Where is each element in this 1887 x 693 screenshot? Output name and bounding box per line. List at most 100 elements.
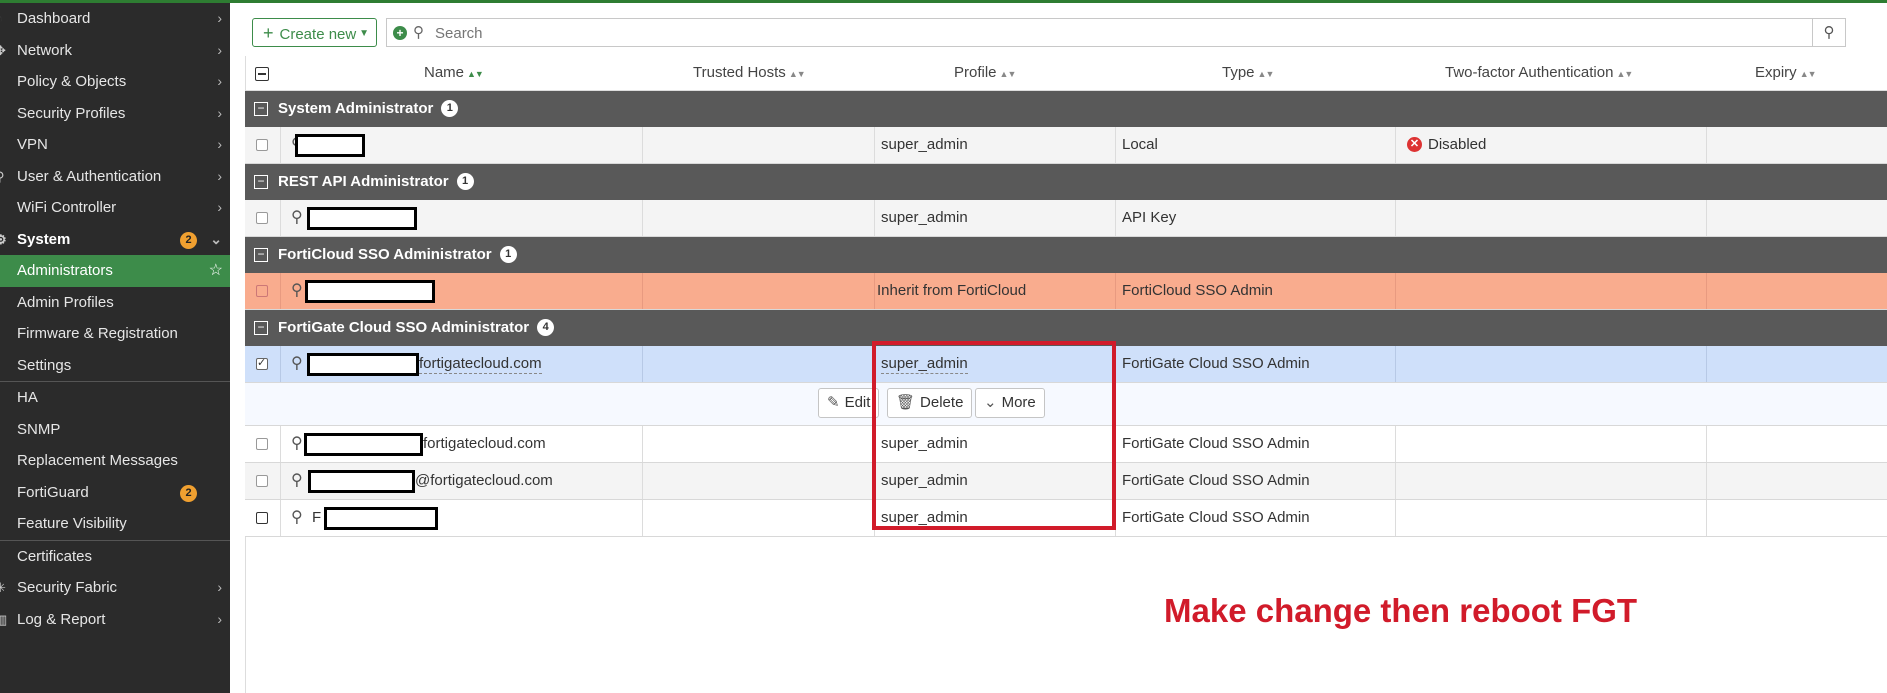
collapse-icon[interactable]: − <box>254 102 268 116</box>
user-icon: ⚲ <box>0 161 5 193</box>
notification-badge: 2 <box>180 484 197 502</box>
sidebar-item-security-profiles[interactable]: Security Profiles › <box>0 98 230 130</box>
row-checkbox[interactable] <box>256 512 268 524</box>
caret-down-icon: ▼ <box>359 28 369 39</box>
gear-icon: ⚙ <box>0 231 7 247</box>
sidebar-item-firmware-registration[interactable]: Firmware & Registration <box>0 318 230 350</box>
edit-button[interactable]: ✎ Edit <box>818 388 880 418</box>
select-all-checkbox[interactable] <box>255 67 269 81</box>
column-name[interactable]: Name ▲▼ <box>424 64 484 81</box>
fabric-icon: ✳ <box>0 580 6 595</box>
group-header-system-administrator[interactable]: − System Administrator 1 <box>245 91 1887 127</box>
add-filter-icon[interactable]: + <box>393 26 407 40</box>
chevron-down-icon: ⌄ <box>210 230 222 247</box>
sidebar-item-fortiguard[interactable]: FortiGuard 2 <box>0 477 230 509</box>
group-header-forticloud-sso-administrator[interactable]: − FortiCloud SSO Administrator 1 <box>245 237 1887 273</box>
search-icon: ⚲ <box>413 24 424 41</box>
type-value: FortiGate Cloud SSO Admin <box>1122 509 1310 526</box>
group-header-rest-api-administrator[interactable]: − REST API Administrator 1 <box>245 164 1887 200</box>
two-factor-status: ✕ Disabled <box>1407 127 1486 163</box>
sort-asc-icon: ▲▼ <box>467 69 484 79</box>
sidebar-item-security-fabric[interactable]: ✳ Security Fabric › <box>0 572 230 604</box>
type-value: Local <box>1122 136 1158 153</box>
name-prefix: F <box>312 509 322 526</box>
row-checkbox[interactable] <box>256 212 268 224</box>
chevron-right-icon: › <box>217 610 222 627</box>
sidebar-item-system[interactable]: ⚙ System 2 ⌄ <box>0 224 230 256</box>
row-checkbox[interactable] <box>256 285 268 297</box>
disabled-icon: ✕ <box>1407 136 1422 152</box>
create-new-button[interactable]: + Create new ▼ <box>252 18 377 47</box>
sidebar-item-replacement-messages[interactable]: Replacement Messages <box>0 445 230 477</box>
collapse-icon[interactable]: − <box>254 321 268 335</box>
redacted-name <box>305 280 435 303</box>
profile-value: Inherit from FortiCloud <box>877 282 1027 299</box>
star-icon[interactable]: ☆ <box>209 255 223 287</box>
sidebar-item-network[interactable]: ✥ Network › <box>0 35 230 67</box>
sidebar-item-admin-profiles[interactable]: Admin Profiles <box>0 287 230 319</box>
table-header: Name ▲▼ Trusted Hosts ▲▼ Profile ▲▼ Type ▲▼ … <box>245 56 1887 91</box>
row-checkbox[interactable] <box>256 475 268 487</box>
group-count-badge: 1 <box>456 172 474 190</box>
profile-value: super_admin <box>881 136 968 153</box>
redacted-name <box>308 470 415 493</box>
redacted-name <box>307 207 417 230</box>
group-count-badge: 4 <box>537 318 555 336</box>
sidebar-item-vpn[interactable]: VPN › <box>0 129 230 161</box>
sidebar-item-administrators[interactable]: Administrators ☆ <box>0 255 230 287</box>
user-icon: ⚲ <box>291 435 303 452</box>
chevron-right-icon: › <box>217 167 222 184</box>
type-value: FortiGate Cloud SSO Admin <box>1122 355 1310 372</box>
plus-icon: + <box>263 23 274 43</box>
chevron-right-icon: › <box>217 579 222 595</box>
chevron-right-icon: › <box>217 73 222 89</box>
type-value: API Key <box>1122 209 1177 226</box>
sort-icon: ▲▼ <box>1616 69 1633 79</box>
dashboard-icon: ◐ <box>0 3 3 35</box>
notification-badge: 2 <box>180 231 197 249</box>
user-icon: ⚲ <box>291 509 303 526</box>
sidebar-item-feature-visibility[interactable]: Feature Visibility <box>0 508 230 540</box>
group-count-badge: 1 <box>499 245 517 263</box>
user-icon: ⚲ <box>291 355 303 372</box>
sidebar-item-dashboard[interactable]: ◐Dashboard› <box>0 3 230 35</box>
group-count-badge: 1 <box>441 99 459 117</box>
row-checkbox-checked[interactable] <box>256 356 268 370</box>
search-input[interactable] <box>433 22 1787 45</box>
chevron-right-icon: › <box>217 104 222 121</box>
column-two-factor[interactable]: Two-factor Authentication ▲▼ <box>1445 64 1633 81</box>
network-icon: ✥ <box>0 42 6 58</box>
name-suffix: fortigatecloud.com <box>423 435 546 452</box>
sidebar: ◐Dashboard› ✥Network› Policy & Objects› … <box>0 3 230 693</box>
collapse-icon[interactable]: − <box>254 248 268 262</box>
table-row[interactable]: ⚲ super_admin API Key <box>245 200 1887 237</box>
type-value: FortiCloud SSO Admin <box>1122 282 1273 299</box>
sort-icon: ▲▼ <box>1799 69 1817 79</box>
user-icon: ⚲ <box>291 282 303 299</box>
highlight-box-profile <box>872 341 1116 530</box>
sidebar-item-user-authentication[interactable]: ⚲User & Authentication› <box>0 161 230 193</box>
table-row[interactable]: ⚲ Inherit from FortiCloud FortiCloud SSO… <box>245 273 1887 310</box>
column-profile[interactable]: Profile ▲▼ <box>954 64 1016 81</box>
collapse-icon[interactable]: − <box>254 175 268 189</box>
chevron-right-icon: › <box>217 41 222 58</box>
sidebar-item-wifi-controller[interactable]: WiFi Controller › <box>0 192 230 224</box>
type-value: FortiGate Cloud SSO Admin <box>1122 435 1310 452</box>
table-row[interactable]: ⚲ super_admin Local ✕Disabled <box>245 127 1887 164</box>
row-checkbox[interactable] <box>256 438 268 450</box>
sidebar-item-ha[interactable]: HA <box>0 382 230 414</box>
column-trusted-hosts[interactable]: Trusted Hosts ▲▼ <box>693 64 806 81</box>
search-submit-button[interactable]: ⚲ <box>1812 19 1845 46</box>
annotation-note: Make change then reboot FGT <box>1164 592 1638 629</box>
sidebar-item-log-report[interactable]: ▥ Log & Report › <box>0 604 230 636</box>
column-expiry[interactable]: Expiry ▲▼ <box>1755 64 1817 81</box>
sidebar-item-policy-objects[interactable]: Policy & Objects › <box>0 66 230 98</box>
user-icon: ⚲ <box>291 209 303 226</box>
redacted-name <box>307 353 419 376</box>
column-type[interactable]: Type ▲▼ <box>1222 64 1274 81</box>
row-checkbox[interactable] <box>256 139 268 151</box>
sidebar-item-snmp[interactable]: SNMP <box>0 414 230 446</box>
sidebar-item-settings[interactable]: Settings <box>0 350 230 382</box>
type-value: FortiGate Cloud SSO Admin <box>1122 472 1310 489</box>
sidebar-item-certificates[interactable]: Certificates <box>0 541 230 573</box>
